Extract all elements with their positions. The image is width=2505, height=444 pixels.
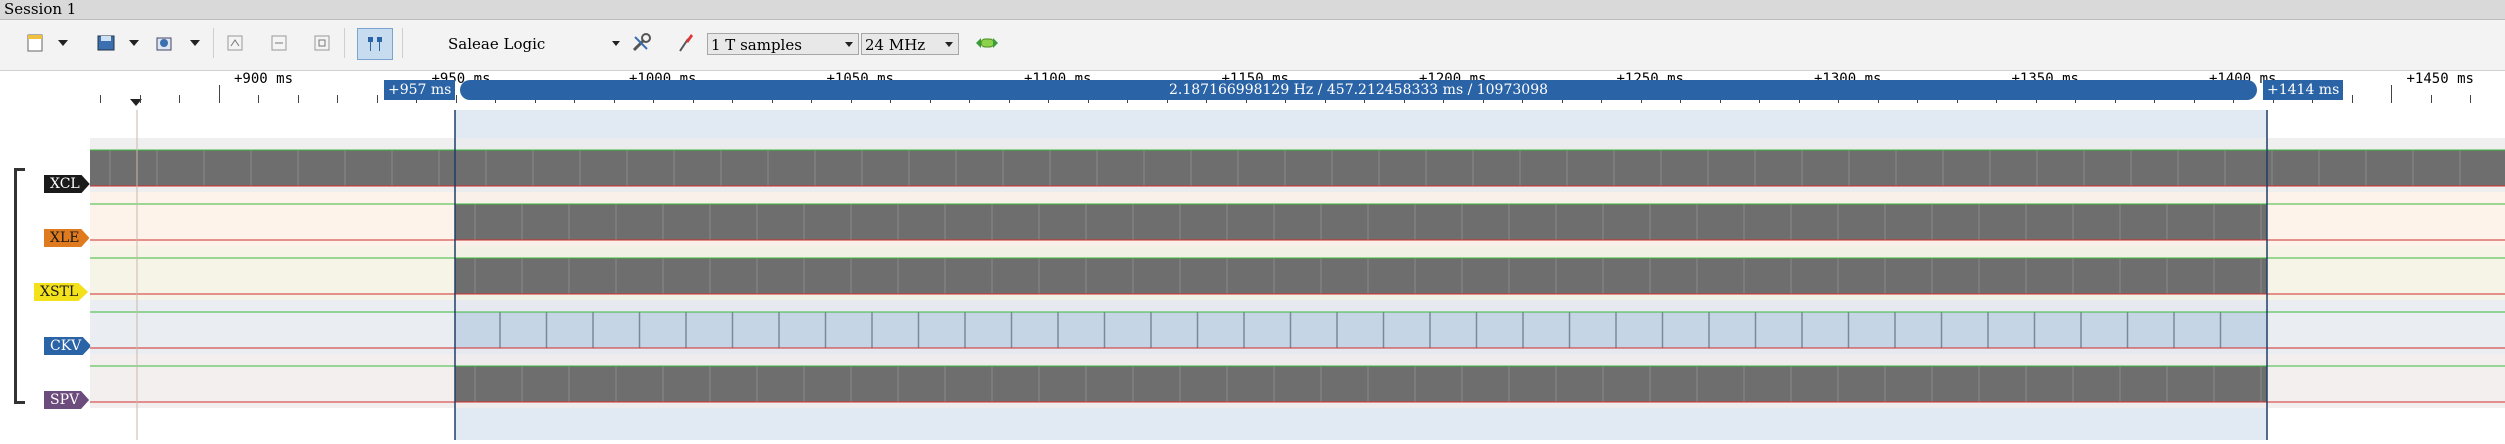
trigger-button[interactable] bbox=[222, 28, 248, 58]
ruler-tick bbox=[100, 95, 101, 103]
save-button[interactable] bbox=[93, 28, 119, 58]
selection-start-label: +957 ms bbox=[388, 82, 452, 98]
export-icon bbox=[156, 37, 172, 51]
channel-icon bbox=[271, 35, 287, 51]
device-settings-button[interactable] bbox=[628, 28, 654, 58]
ruler-tick bbox=[337, 95, 338, 103]
selection-start-marker[interactable]: +957 ms bbox=[384, 80, 456, 100]
toolbar: Saleae Logic 1 T samples 24 MHz bbox=[0, 20, 2505, 71]
sample-rate-select[interactable]: 24 MHz bbox=[861, 33, 959, 55]
ruler-tick bbox=[219, 85, 220, 103]
cursor-mode-button[interactable] bbox=[357, 28, 393, 60]
selection-measurement-bar[interactable]: 2.187166998129 Hz / 457.212458333 ms / 1… bbox=[460, 80, 2257, 100]
channel-button[interactable] bbox=[266, 28, 292, 58]
ruler-tick bbox=[298, 95, 299, 103]
grid-button[interactable] bbox=[309, 28, 335, 58]
chevron-down-icon bbox=[190, 40, 200, 46]
channel-label-xle[interactable]: XLE bbox=[44, 229, 90, 247]
tools-icon bbox=[632, 33, 651, 52]
channel-label-xstl[interactable]: XSTL bbox=[34, 283, 89, 301]
new-file-icon bbox=[27, 34, 43, 52]
channel-label-xcl[interactable]: XCL bbox=[44, 175, 90, 193]
sample-count-select[interactable]: 1 T samples bbox=[707, 33, 859, 55]
channel-trace bbox=[455, 204, 2267, 240]
channel-trace bbox=[455, 312, 2267, 348]
export-button[interactable] bbox=[151, 28, 177, 58]
chevron-down-icon bbox=[612, 41, 620, 46]
ruler-tick-label: +1450 ms bbox=[2406, 71, 2474, 87]
channel-trace bbox=[455, 366, 2267, 402]
cursor-markers-icon bbox=[368, 37, 382, 51]
ruler-tick bbox=[2431, 95, 2432, 103]
probe-button[interactable] bbox=[672, 28, 698, 58]
selection-end-label: +1414 ms bbox=[2267, 82, 2340, 98]
window-title: Session 1 bbox=[4, 0, 77, 18]
channel-sidebar: XCL XLE XSTL CKV SPV bbox=[0, 110, 92, 440]
toolbar-separator bbox=[402, 28, 403, 58]
trigger-icon bbox=[227, 35, 243, 51]
ruler-tick bbox=[258, 95, 259, 103]
chevron-down-icon bbox=[58, 40, 68, 46]
export-dropdown[interactable] bbox=[189, 28, 201, 58]
waveform-canvas bbox=[90, 110, 2505, 440]
ruler-tick bbox=[2391, 85, 2392, 103]
channel-label-ckv[interactable]: CKV bbox=[44, 337, 92, 355]
probe-icon bbox=[679, 34, 693, 52]
start-capture-icon bbox=[976, 38, 998, 48]
waveform-area[interactable] bbox=[90, 110, 2505, 440]
chevron-down-icon bbox=[845, 42, 853, 47]
sample-rate-value: 24 MHz bbox=[865, 36, 926, 54]
toolbar-separator bbox=[213, 28, 214, 58]
toolbar-separator bbox=[344, 28, 345, 58]
device-select[interactable]: Saleae Logic bbox=[445, 33, 625, 55]
ruler-tick bbox=[140, 95, 141, 103]
selection-measurement-text: 2.187166998129 Hz / 457.212458333 ms / 1… bbox=[1168, 82, 1549, 98]
ruler-tick bbox=[2470, 95, 2471, 103]
selection-end-marker[interactable]: +1414 ms bbox=[2263, 80, 2344, 100]
ruler-tick bbox=[377, 95, 378, 103]
channel-trace bbox=[90, 150, 2505, 186]
device-name: Saleae Logic bbox=[448, 35, 546, 53]
channel-trace bbox=[455, 258, 2267, 294]
save-dropdown[interactable] bbox=[128, 28, 140, 58]
save-icon bbox=[97, 35, 115, 51]
new-session-dropdown[interactable] bbox=[57, 28, 69, 58]
start-button[interactable] bbox=[972, 28, 1002, 58]
new-session-button[interactable] bbox=[22, 28, 48, 58]
chevron-down-icon bbox=[129, 40, 139, 46]
title-bar: Session 1 bbox=[0, 0, 2505, 20]
grid-icon bbox=[314, 35, 330, 51]
channel-label-spv[interactable]: SPV bbox=[44, 391, 90, 409]
sample-count-value: 1 T samples bbox=[711, 36, 802, 54]
channel-group-bracket bbox=[14, 168, 25, 404]
ruler-tick bbox=[179, 95, 180, 103]
chevron-down-icon bbox=[945, 42, 953, 47]
ruler-tick bbox=[2352, 95, 2353, 103]
ruler-tick bbox=[456, 95, 457, 103]
ruler-tick-label: +900 ms bbox=[234, 71, 294, 87]
